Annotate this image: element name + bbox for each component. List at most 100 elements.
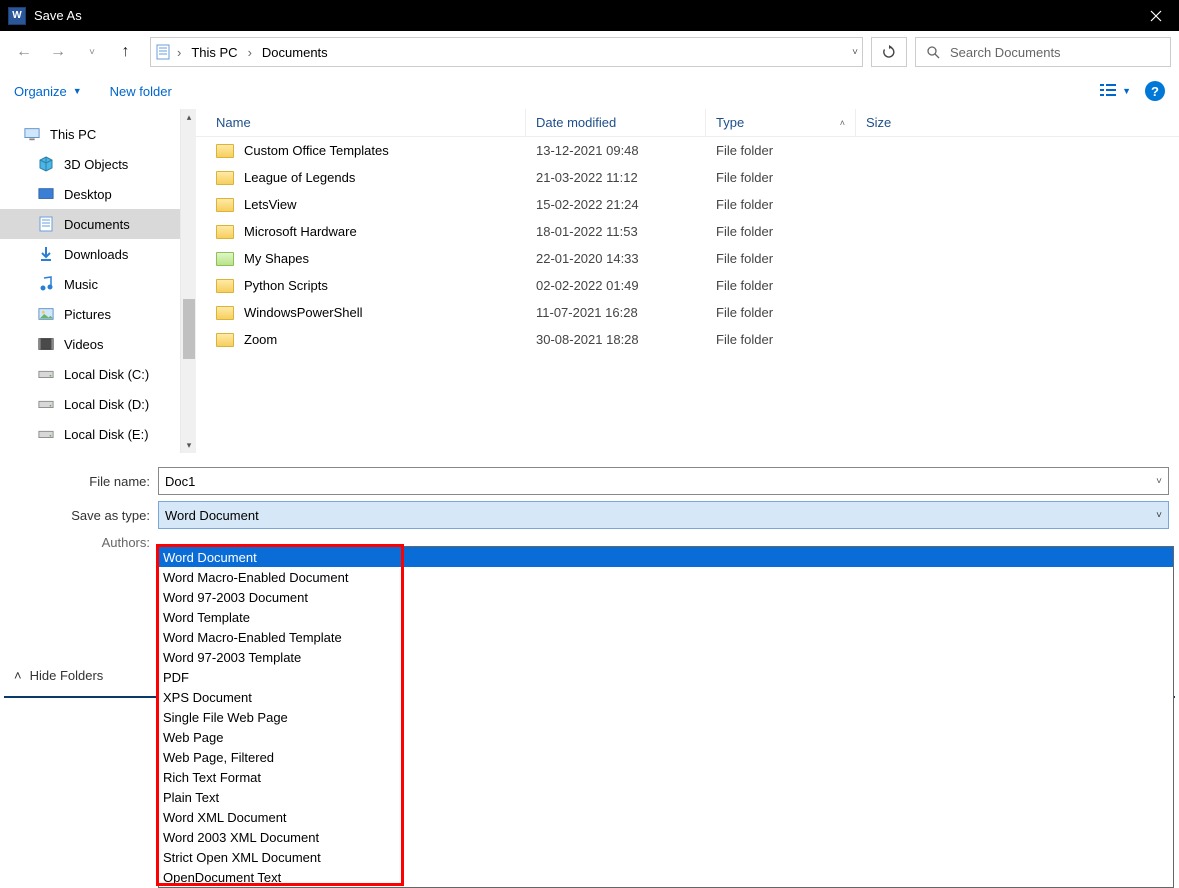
table-row[interactable]: Custom Office Templates13-12-2021 09:48F… (196, 137, 1179, 164)
title-bar: W Save As (0, 0, 1179, 31)
tree-item-label: Music (64, 277, 98, 292)
address-bar[interactable]: › This PC › Documents ˅ (150, 37, 863, 67)
chevron-down-icon: ▼ (73, 86, 82, 96)
scroll-down-button[interactable]: ▾ (181, 437, 197, 453)
tree-item-3d-objects[interactable]: 3D Objects (0, 149, 180, 179)
file-name: LetsView (244, 197, 297, 212)
file-name: My Shapes (244, 251, 309, 266)
tree-item-local-disk-d-[interactable]: Local Disk (D:) (0, 389, 180, 419)
file-date: 02-02-2022 01:49 (526, 278, 706, 293)
tree-item-music[interactable]: Music (0, 269, 180, 299)
forward-button[interactable]: → (42, 37, 74, 67)
refresh-button[interactable] (871, 37, 907, 67)
change-view-button[interactable]: ▼ (1100, 83, 1131, 100)
savetype-option[interactable]: Word Template (159, 607, 1173, 627)
organize-button[interactable]: Organize ▼ (14, 84, 82, 99)
tree-item-label: Local Disk (E:) (64, 427, 149, 442)
savetype-dropdown[interactable]: Word Document ˅ (158, 501, 1169, 529)
savetype-option[interactable]: OpenDocument Text (159, 867, 1173, 887)
recent-locations-button[interactable]: ˅ (76, 37, 108, 67)
savetype-option[interactable]: Word Document (159, 547, 1173, 567)
folder-icon (216, 279, 234, 293)
column-date-modified[interactable]: Date modified (526, 109, 706, 136)
sidebar-scrollbar[interactable]: ▴ ▾ (180, 109, 196, 453)
file-type: File folder (706, 332, 856, 347)
savetype-option[interactable]: Strict Open XML Document (159, 847, 1173, 867)
chevron-down-icon[interactable]: ˅ (1156, 476, 1162, 487)
scroll-up-button[interactable]: ▴ (181, 109, 197, 125)
chevron-down-icon[interactable]: ˅ (1156, 510, 1162, 521)
tree-item-local-disk-e-[interactable]: Local Disk (E:) (0, 419, 180, 449)
table-row[interactable]: LetsView15-02-2022 21:24File folder (196, 191, 1179, 218)
hide-folders-button[interactable]: ˄ Hide Folders (14, 668, 103, 683)
tree-item-this-pc[interactable]: This PC (0, 119, 180, 149)
new-folder-button[interactable]: New folder (110, 84, 172, 99)
file-date: 30-08-2021 18:28 (526, 332, 706, 347)
savetype-option[interactable]: XPS Document (159, 687, 1173, 707)
column-type[interactable]: Type ˄ (706, 109, 856, 136)
tree-item-label: Downloads (64, 247, 128, 262)
savetype-option[interactable]: PDF (159, 667, 1173, 687)
close-button[interactable] (1133, 0, 1179, 31)
videos-icon (38, 336, 54, 352)
pictures-icon (38, 306, 54, 322)
savetype-option[interactable]: Word Macro-Enabled Document (159, 567, 1173, 587)
file-date: 22-01-2020 14:33 (526, 251, 706, 266)
savetype-option[interactable]: Word 2003 XML Document (159, 827, 1173, 847)
tree-item-label: Videos (64, 337, 104, 352)
file-type: File folder (706, 143, 856, 158)
scrollbar-thumb[interactable] (183, 299, 195, 359)
authors-label: Authors: (10, 535, 158, 550)
file-name: Microsoft Hardware (244, 224, 357, 239)
tree-item-label: Local Disk (D:) (64, 397, 149, 412)
folder-icon (216, 171, 234, 185)
table-row[interactable]: League of Legends21-03-2022 11:12File fo… (196, 164, 1179, 191)
table-row[interactable]: Zoom30-08-2021 18:28File folder (196, 326, 1179, 353)
column-name[interactable]: Name (196, 109, 526, 136)
file-type: File folder (706, 224, 856, 239)
breadcrumb-documents[interactable]: Documents (258, 45, 332, 60)
folder-icon (216, 225, 234, 239)
file-type: File folder (706, 305, 856, 320)
desktop-icon (38, 186, 54, 202)
tree-item-label: Local Disk (C:) (64, 367, 149, 382)
savetype-option[interactable]: Web Page, Filtered (159, 747, 1173, 767)
tree-item-pictures[interactable]: Pictures (0, 299, 180, 329)
chevron-down-icon: ▼ (1122, 86, 1131, 96)
table-row[interactable]: WindowsPowerShell11-07-2021 16:28File fo… (196, 299, 1179, 326)
tree-item-desktop[interactable]: Desktop (0, 179, 180, 209)
folder-icon (216, 333, 234, 347)
column-size[interactable]: Size (856, 109, 956, 136)
savetype-option[interactable]: Word 97-2003 Document (159, 587, 1173, 607)
table-row[interactable]: Python Scripts02-02-2022 01:49File folde… (196, 272, 1179, 299)
table-row[interactable]: My Shapes22-01-2020 14:33File folder (196, 245, 1179, 272)
back-button[interactable]: ← (8, 37, 40, 67)
folder-icon (216, 198, 234, 212)
tree-item-label: Desktop (64, 187, 112, 202)
savetype-option[interactable]: Plain Text (159, 787, 1173, 807)
help-button[interactable]: ? (1145, 81, 1165, 101)
file-name: WindowsPowerShell (244, 305, 363, 320)
tree-item-label: Pictures (64, 307, 111, 322)
savetype-option[interactable]: Word XML Document (159, 807, 1173, 827)
filename-input[interactable]: Doc1 ˅ (158, 467, 1169, 495)
savetype-options-list[interactable]: Word DocumentWord Macro-Enabled Document… (158, 546, 1174, 888)
savetype-option[interactable]: Web Page (159, 727, 1173, 747)
tree-item-downloads[interactable]: Downloads (0, 239, 180, 269)
tree-item-videos[interactable]: Videos (0, 329, 180, 359)
up-button[interactable]: ↑ (110, 37, 142, 67)
search-input[interactable]: Search Documents (915, 37, 1171, 67)
breadcrumb-this-pc[interactable]: This PC (187, 45, 241, 60)
tree-item-local-disk-c-[interactable]: Local Disk (C:) (0, 359, 180, 389)
view-icon (1100, 83, 1116, 100)
tree-item-label: 3D Objects (64, 157, 128, 172)
page-icon (155, 44, 171, 60)
savetype-option[interactable]: Rich Text Format (159, 767, 1173, 787)
savetype-option[interactable]: Word Macro-Enabled Template (159, 627, 1173, 647)
file-type: File folder (706, 170, 856, 185)
previous-locations-button[interactable]: ˅ (852, 47, 858, 58)
tree-item-documents[interactable]: Documents (0, 209, 180, 239)
savetype-option[interactable]: Single File Web Page (159, 707, 1173, 727)
savetype-option[interactable]: Word 97-2003 Template (159, 647, 1173, 667)
table-row[interactable]: Microsoft Hardware18-01-2022 11:53File f… (196, 218, 1179, 245)
